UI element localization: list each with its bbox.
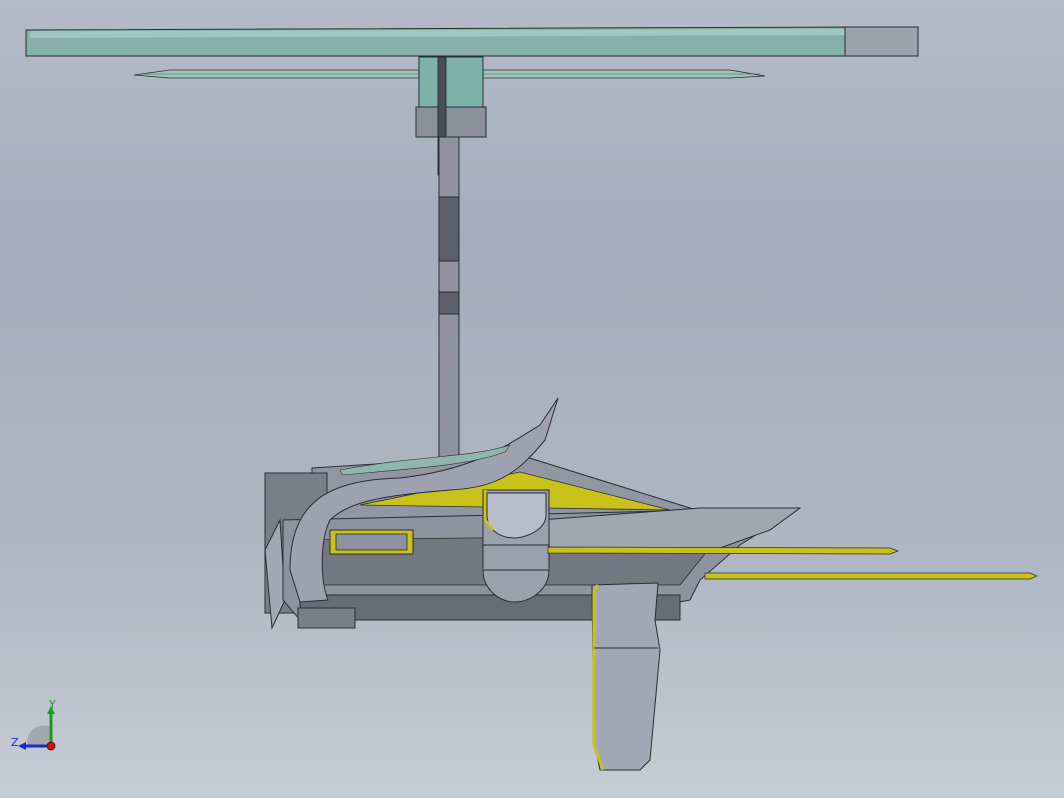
bottom-bracket: [297, 607, 356, 629]
lower-body-assembly[interactable]: [264, 397, 1038, 771]
shaft-dark-segment-2: [438, 291, 460, 315]
y-axis-label: Y: [48, 698, 56, 711]
hub-collar: [415, 106, 487, 138]
top-plate-assembly[interactable]: [25, 26, 919, 138]
cad-model-view[interactable]: [0, 0, 1064, 798]
yellow-rod-lower: [704, 572, 1038, 580]
top-plate-end-block: [844, 26, 919, 57]
z-axis-label: Z: [11, 736, 19, 749]
keel: [591, 582, 661, 771]
reference-triad[interactable]: Y Z: [8, 698, 68, 758]
yellow-rod-upper: [547, 546, 899, 555]
yellow-frame-inner: [335, 533, 408, 551]
triad-origin: [46, 741, 56, 751]
hub-glass: [418, 56, 484, 108]
graphics-viewport[interactable]: Y Z: [0, 0, 1064, 798]
shaft-dark-segment-1: [438, 196, 460, 262]
z-axis-arrow: [18, 742, 26, 750]
